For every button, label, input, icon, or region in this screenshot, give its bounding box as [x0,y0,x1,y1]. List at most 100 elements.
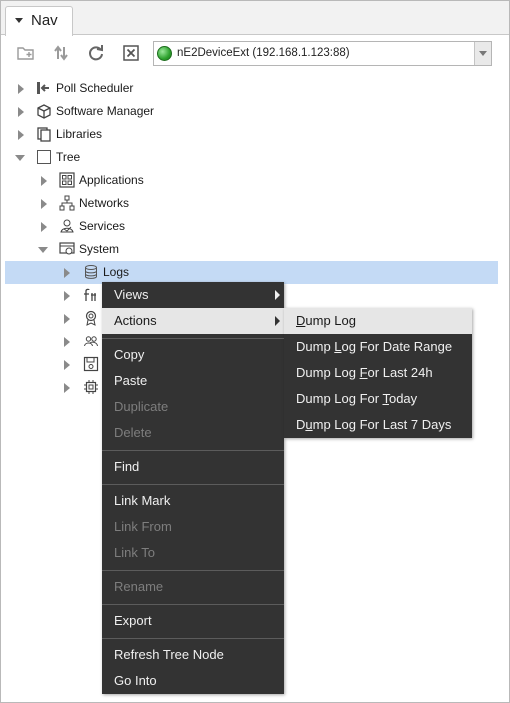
tree-item-label: Logs [103,265,130,279]
menu-item-label: Go Into [114,673,157,688]
menu-item-go-into[interactable]: Go Into [102,668,284,694]
chevron-down-icon[interactable] [474,42,491,65]
menu-item-label: Dump Log [296,313,356,328]
expand-arrow-icon[interactable] [18,84,24,94]
libraries-icon [37,127,51,142]
menu-item-dump-log-last-7-days[interactable]: Dump Log For Last 7 Days [284,412,472,438]
tree-item-system[interactable]: System [5,238,498,261]
expand-arrow-icon[interactable] [64,268,70,278]
menu-divider [102,570,284,571]
nav-panel: Nav nE2DeviceExt (192.168.1.123:88) Poll… [0,0,510,703]
menu-divider [102,450,284,451]
menu-item-label: Find [114,459,140,474]
tree-item-software-manager[interactable]: Software Manager [5,100,498,123]
expand-arrow-icon[interactable] [41,176,47,186]
menu-item-label: Paste [114,373,148,388]
tree-item-networks[interactable]: Networks [5,192,498,215]
sync-button[interactable] [48,42,74,64]
menu-item-export[interactable]: Export [102,608,284,634]
expand-arrow-icon[interactable] [64,337,70,347]
poll-scheduler-icon [37,82,49,94]
menu-item-link-to: Link To [102,540,284,566]
menu-divider [102,338,284,339]
expand-arrow-icon[interactable] [64,291,70,301]
menu-item-copy[interactable]: Copy [102,342,284,368]
menu-item-label: Duplicate [114,399,169,414]
menu-item-label: Refresh Tree Node [114,647,224,662]
menu-item-delete: Delete [102,420,284,446]
tree-item-applications[interactable]: Applications [5,169,498,192]
menu-item-link-mark[interactable]: Link Mark [102,488,284,514]
menu-item-duplicate: Duplicate [102,394,284,420]
refresh-icon [89,45,103,61]
menu-item-label: Rename [114,579,164,594]
close-box-icon [123,45,139,61]
tree-item-label: Libraries [56,127,103,141]
nav-toolbar: nE2DeviceExt (192.168.1.123:88) [1,36,509,70]
collapse-arrow-icon[interactable] [15,155,25,161]
menu-item-paste[interactable]: Paste [102,368,284,394]
menu-item-dump-log-today[interactable]: Dump Log For Today [284,386,472,412]
tab-dropdown-caret-icon[interactable] [15,18,23,23]
menu-item-label: Link Mark [114,493,171,508]
expand-arrow-icon[interactable] [64,314,70,324]
expand-arrow-icon[interactable] [18,130,24,140]
menu-item-find[interactable]: Find [102,454,284,480]
services-icon [60,219,74,233]
menu-divider [102,604,284,605]
tree-item-services[interactable]: Services [5,215,498,238]
tree-item-label: Poll Scheduler [56,81,134,95]
tree-item-label: Applications [79,173,144,187]
menu-item-refresh-tree-node[interactable]: Refresh Tree Node [102,642,284,668]
station-select[interactable]: nE2DeviceExt (192.168.1.123:88) [153,41,492,66]
menu-item-label: Link To [114,545,155,560]
tab-bar: Nav [1,1,509,36]
applications-icon [59,172,75,188]
function-icon [84,288,96,301]
software-manager-icon [37,104,51,119]
menu-divider [102,484,284,485]
new-folder-button[interactable] [13,42,39,64]
menu-divider [102,638,284,639]
tree-icon [37,150,51,164]
system-icon [59,242,75,255]
menu-item-label: Link From [114,519,172,534]
context-menu: Views Actions Copy Paste Duplicate Delet… [102,282,284,694]
menu-item-label: Dump Log For Last 24h [296,365,433,380]
expand-arrow-icon[interactable] [41,199,47,209]
expand-arrow-icon[interactable] [41,222,47,232]
menu-item-label: Dump Log For Last 7 Days [296,417,452,432]
menu-item-views[interactable]: Views [102,282,284,308]
submenu-arrow-icon [275,290,280,300]
tree-item-label: System [79,242,120,256]
close-button[interactable] [118,42,144,64]
menu-item-label: Export [114,613,152,628]
refresh-button[interactable] [83,42,109,64]
menu-item-dump-log-date-range[interactable]: Dump Log For Date Range [284,334,472,360]
actions-submenu: Dump Log Dump Log For Date Range Dump Lo… [284,308,472,438]
menu-item-dump-log[interactable]: Dump Log [284,308,472,334]
users-icon [84,336,98,347]
menu-item-dump-log-last-24h[interactable]: Dump Log For Last 24h [284,360,472,386]
menu-item-label: Copy [114,347,145,362]
tree-item-logs[interactable]: Logs [5,261,498,284]
tab-nav[interactable]: Nav [5,6,73,36]
networks-icon [59,195,75,211]
badge-icon [85,310,97,326]
expand-arrow-icon[interactable] [18,107,24,117]
tree-item-poll-scheduler[interactable]: Poll Scheduler [5,77,498,100]
new-folder-icon [17,47,34,60]
menu-item-rename: Rename [102,574,284,600]
tree-item-tree[interactable]: Tree [5,146,498,169]
chip-icon [84,380,98,394]
menu-item-label: Views [114,287,149,302]
submenu-arrow-icon [275,316,280,326]
menu-item-label: Dump Log For Date Range [296,339,453,354]
menu-item-label: Dump Log For Today [296,391,418,406]
menu-item-actions[interactable]: Actions [102,308,284,334]
expand-arrow-icon[interactable] [64,360,70,370]
collapse-arrow-icon[interactable] [38,247,48,253]
tree-item-label: Services [79,219,126,233]
tree-item-libraries[interactable]: Libraries [5,123,498,146]
expand-arrow-icon[interactable] [64,383,70,393]
